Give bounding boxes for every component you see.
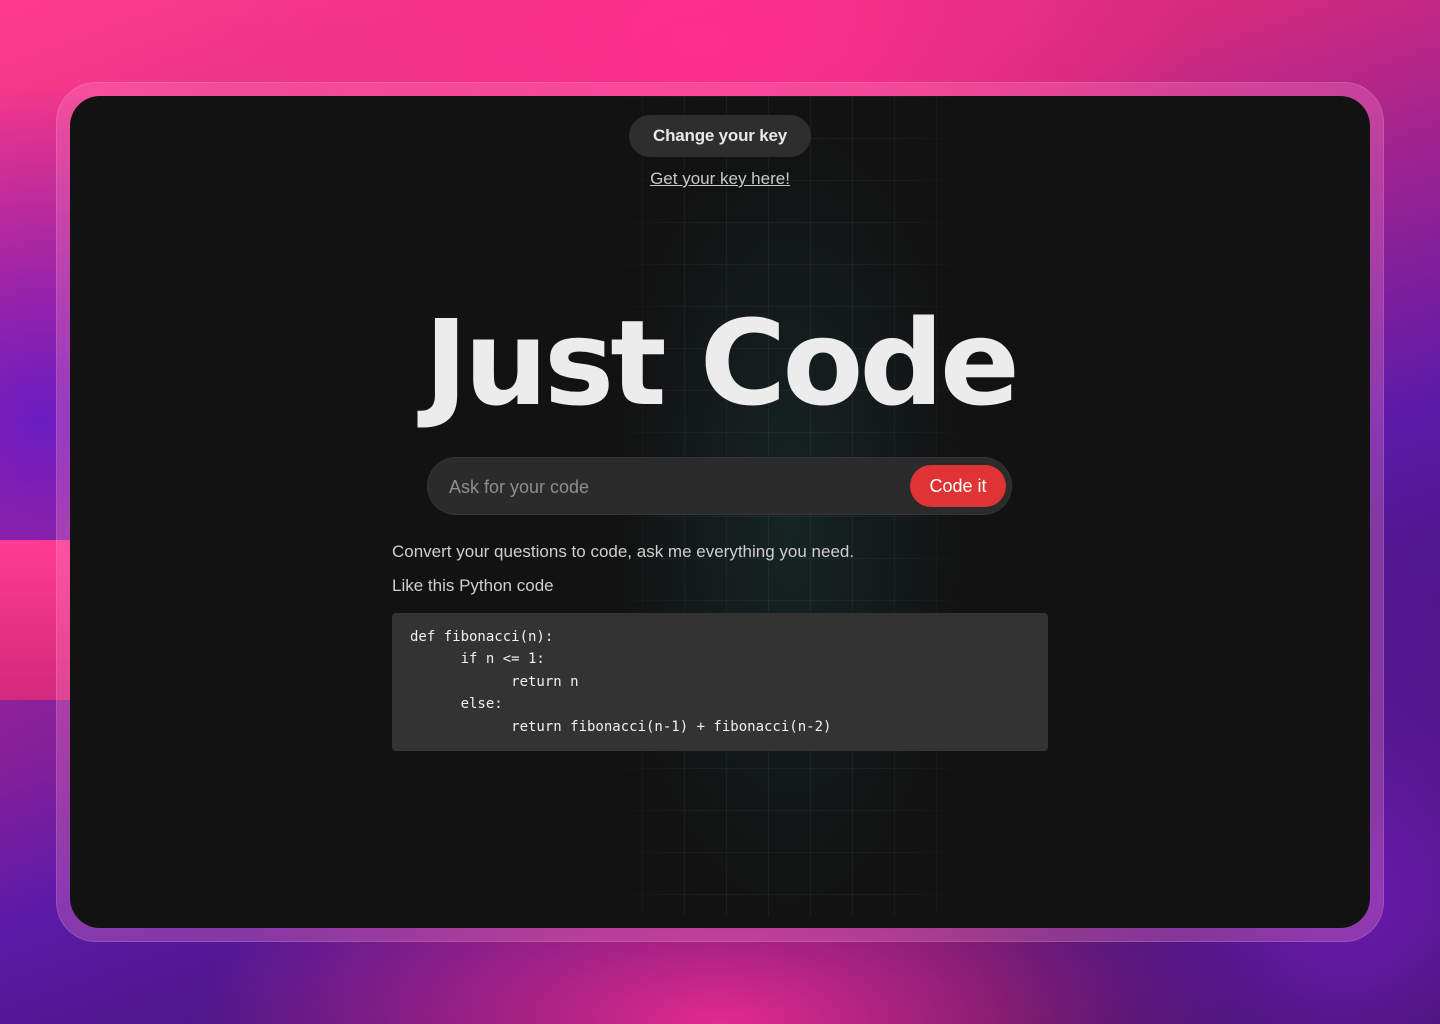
prompt-bar: Code it <box>427 457 1012 517</box>
prompt-input[interactable] <box>447 457 891 517</box>
example-intro-text: Like this Python code <box>392 576 554 595</box>
description-text: Convert your questions to code, ask me e… <box>392 542 855 561</box>
change-key-button[interactable]: Change your key <box>629 115 811 157</box>
page-title: Just Code <box>424 294 1020 432</box>
get-key-link[interactable]: Get your key here! <box>570 169 870 189</box>
code-it-button[interactable]: Code it <box>910 465 1006 507</box>
app-window: Change your key Get your key here! Just … <box>70 96 1370 928</box>
example-code-block: def fibonacci(n): if n <= 1: return n el… <box>392 613 1048 751</box>
